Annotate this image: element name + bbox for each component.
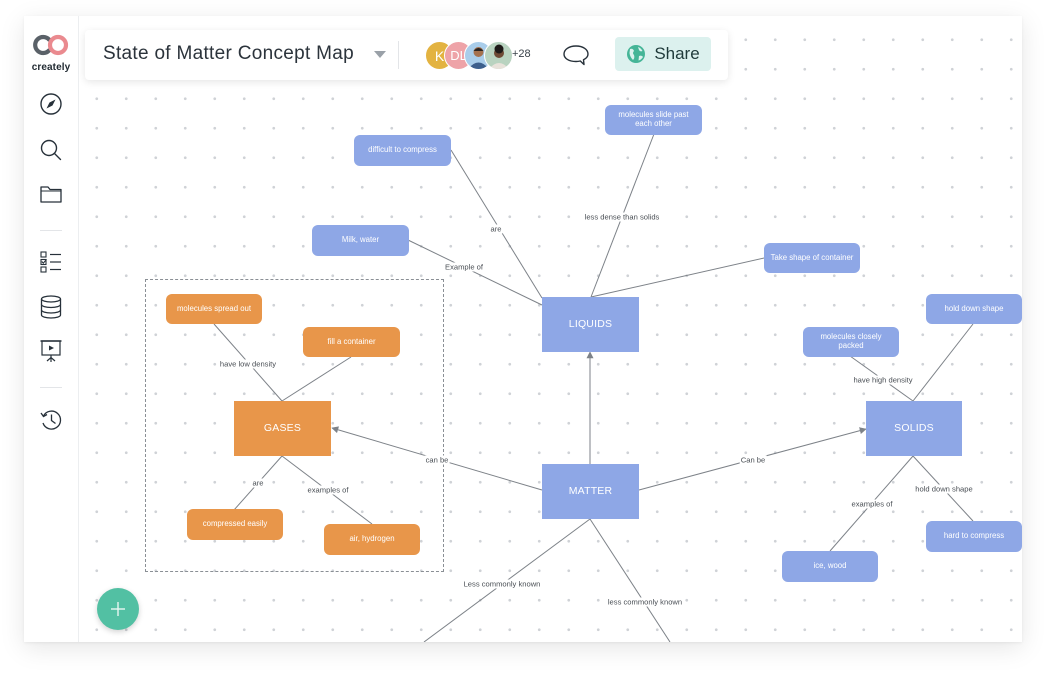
node-matter[interactable]: MATTER — [542, 464, 639, 519]
document-title[interactable]: State of Matter Concept Map — [103, 43, 354, 65]
node-molecules-slide[interactable]: molecules slide past each other — [605, 105, 702, 135]
edge-label[interactable]: have high density — [852, 375, 914, 385]
node-label: ice, wood — [813, 561, 847, 571]
avatar-initial: K — [434, 47, 445, 64]
presentation-icon — [40, 340, 62, 362]
node-label: molecules closely packed — [820, 332, 882, 350]
node-label: MATTER — [568, 485, 613, 498]
sidebar-item-search[interactable] — [38, 137, 64, 163]
node-label: hard to compress — [943, 531, 1005, 541]
checklist-icon — [40, 251, 61, 273]
globe-icon — [627, 45, 646, 63]
sidebar-item-explore[interactable] — [38, 91, 64, 117]
person-photo-icon — [489, 44, 509, 69]
node-compressed-easily[interactable]: compressed easily — [187, 509, 283, 540]
sidebar-item-folder[interactable] — [38, 181, 64, 207]
node-label: GASES — [263, 422, 302, 435]
plus-icon — [111, 602, 125, 616]
node-air-hydrogen[interactable]: air, hydrogen — [324, 524, 420, 555]
node-molecules-spread[interactable]: molecules spread out — [166, 294, 262, 324]
node-hold-down-shape[interactable]: hold down shape — [926, 294, 1022, 324]
edge-label[interactable]: are — [489, 224, 503, 234]
node-hard-to-compress[interactable]: hard to compress — [926, 521, 1022, 552]
node-label: Take shape of container — [770, 252, 854, 262]
node-milk-water[interactable]: Milk, water — [312, 225, 409, 256]
compass-icon — [40, 93, 62, 115]
node-label: molecules spread out — [176, 303, 252, 313]
node-label: molecules slide past each other — [618, 110, 689, 128]
caret-down-icon[interactable] — [374, 51, 386, 58]
share-button[interactable]: Share — [615, 37, 711, 71]
node-label: hold down shape — [944, 303, 1004, 313]
edge-label[interactable]: have low density — [218, 359, 278, 369]
node-label: difficult to compress — [368, 145, 437, 155]
edge-label[interactable]: Can be — [739, 455, 767, 465]
history-icon — [40, 410, 62, 430]
node-label: compressed easily — [202, 519, 268, 529]
edge-label[interactable]: hold down shape — [914, 484, 974, 494]
edge-label[interactable]: Example of — [444, 262, 484, 272]
more-collaborators-count[interactable]: +28 — [512, 48, 531, 60]
comment-button[interactable] — [562, 44, 590, 71]
add-shape-button[interactable] — [97, 588, 139, 630]
sidebar-divider — [40, 387, 62, 388]
node-label: fill a container — [327, 336, 376, 346]
sidebar-item-history[interactable] — [38, 407, 64, 433]
node-label: Milk, water — [341, 235, 380, 245]
node-label: LIQUIDS — [568, 318, 613, 331]
search-icon — [40, 139, 62, 161]
sidebar-divider — [40, 230, 62, 231]
share-label: Share — [654, 44, 700, 63]
creately-logo-icon — [33, 34, 69, 56]
logo-text: creately — [31, 62, 71, 73]
node-gases[interactable]: GASES — [234, 401, 331, 456]
edge-label[interactable]: less dense than solids — [583, 212, 661, 222]
sidebar-item-present[interactable] — [38, 339, 64, 365]
folder-icon — [40, 186, 62, 203]
edge-label[interactable]: less commonly known — [606, 597, 684, 607]
edge-label[interactable]: can be — [424, 455, 450, 465]
top-toolbar: State of Matter Concept Map K DL +28 Sha… — [85, 30, 728, 80]
sidebar-item-tasks[interactable] — [38, 249, 64, 275]
comment-icon — [563, 45, 589, 66]
left-sidebar: creately — [24, 16, 79, 642]
node-molecules-closely[interactable]: molecules closely packed — [803, 327, 899, 357]
node-label: SOLIDS — [894, 422, 934, 435]
node-take-shape[interactable]: Take shape of container — [764, 243, 860, 273]
node-ice-wood[interactable]: ice, wood — [782, 551, 878, 582]
avatar[interactable] — [484, 41, 513, 70]
edge-label[interactable]: are — [251, 478, 265, 488]
sidebar-item-data[interactable] — [38, 294, 64, 320]
node-liquids[interactable]: LIQUIDS — [542, 297, 639, 352]
edge-label[interactable]: examples of — [850, 499, 894, 509]
node-fill-container[interactable]: fill a container — [303, 327, 400, 357]
node-label: air, hydrogen — [349, 534, 395, 544]
database-icon — [40, 295, 62, 319]
node-solids[interactable]: SOLIDS — [866, 401, 962, 456]
edge-label[interactable]: examples of — [306, 485, 350, 495]
node-difficult-to-compress[interactable]: difficult to compress — [354, 135, 451, 166]
toolbar-divider — [398, 41, 399, 69]
creately-logo[interactable]: creately — [30, 34, 72, 73]
edge-label[interactable]: Less commonly known — [462, 579, 542, 589]
